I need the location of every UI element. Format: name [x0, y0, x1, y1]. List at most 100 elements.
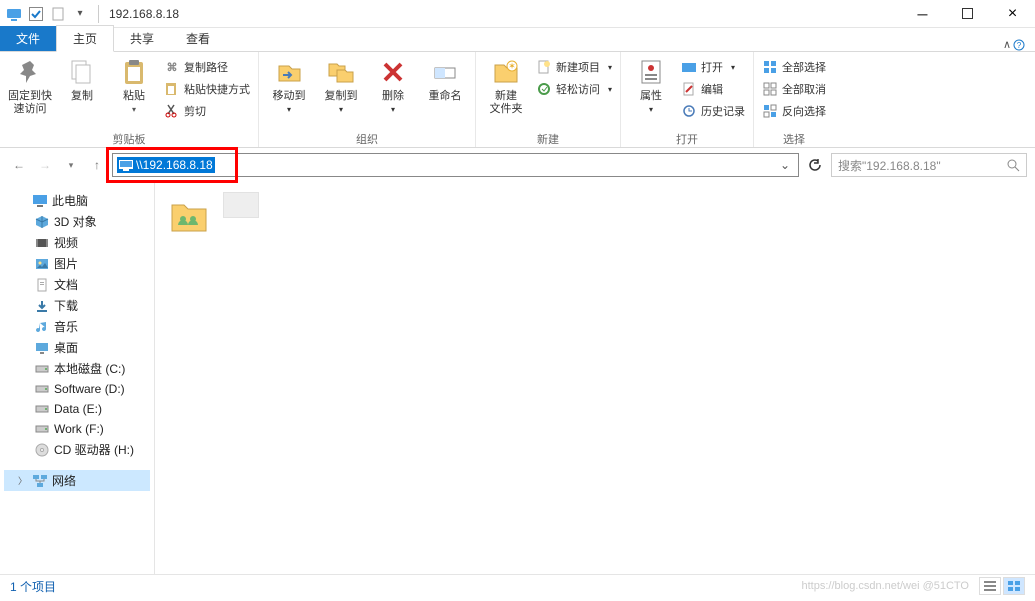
ribbon-group-select: 全部选择 全部取消 反向选择 选择	[754, 52, 834, 147]
download-icon	[34, 298, 50, 314]
refresh-button[interactable]	[803, 153, 827, 177]
picture-icon	[34, 256, 50, 272]
paste-shortcut-icon	[164, 81, 180, 97]
computer-icon	[119, 160, 133, 171]
tree-documents[interactable]: 文档	[4, 274, 150, 295]
tree-desktop[interactable]: 桌面	[4, 337, 150, 358]
desktop-icon	[34, 340, 50, 356]
drive-icon	[34, 381, 50, 397]
watermark-text: https://blog.csdn.net/wei @51CTO	[802, 580, 970, 592]
cd-icon	[34, 442, 50, 458]
group-label-new: 新建	[482, 131, 614, 147]
edit-button[interactable]: 编辑	[679, 78, 747, 100]
history-icon	[681, 103, 697, 119]
copy-button[interactable]: 复制	[58, 54, 106, 103]
maximize-button[interactable]	[945, 0, 990, 28]
address-bar[interactable]: \\192.168.8.18 ⌄	[112, 153, 799, 177]
copy-path-button[interactable]: ⌘复制路径	[162, 56, 252, 78]
title-bar: ▾ 192.168.8.18 ─ ×	[0, 0, 1035, 28]
back-button[interactable]: ←	[8, 154, 30, 176]
window-title: 192.168.8.18	[109, 7, 179, 21]
ribbon: 固定到快 速访问 复制 粘贴 ▾ ⌘复制路径 粘贴快捷方式 剪切 剪贴板	[0, 52, 1035, 148]
svg-text:✶: ✶	[508, 61, 516, 71]
tree-3d-objects[interactable]: 3D 对象	[4, 211, 150, 232]
navigation-bar: ← → ▾ ↑ \\192.168.8.18 ⌄ 搜索"192.168.8.18…	[0, 148, 1035, 182]
move-to-button[interactable]: 移动到▾	[265, 54, 313, 115]
group-label-clipboard: 剪贴板	[6, 131, 252, 147]
forward-button[interactable]: →	[34, 154, 56, 176]
address-dropdown-icon[interactable]: ⌄	[776, 158, 794, 172]
easy-access-icon	[536, 81, 552, 97]
view-details-button[interactable]	[979, 577, 1001, 595]
content-pane[interactable]	[155, 182, 1035, 574]
tree-music[interactable]: 音乐	[4, 316, 150, 337]
invert-icon	[762, 103, 778, 119]
music-icon	[34, 319, 50, 335]
document-icon[interactable]	[50, 6, 66, 22]
copy-to-icon	[325, 56, 357, 88]
cube-icon	[34, 214, 50, 230]
edit-icon	[681, 81, 697, 97]
pin-button[interactable]: 固定到快 速访问	[6, 54, 54, 116]
paste-button[interactable]: 粘贴 ▾	[110, 54, 158, 115]
select-all-button[interactable]: 全部选择	[760, 56, 828, 78]
tree-network[interactable]: 〉网络	[4, 470, 150, 491]
history-button[interactable]: 历史记录	[679, 100, 747, 122]
computer-icon	[32, 193, 48, 209]
recent-button[interactable]: ▾	[60, 154, 82, 176]
open-button[interactable]: 打开▾	[679, 56, 747, 78]
tree-data-e[interactable]: Data (E:)	[4, 399, 150, 419]
view-icons-button[interactable]	[1003, 577, 1025, 595]
status-bar: 1 个项目 https://blog.csdn.net/wei @51CTO	[0, 574, 1035, 597]
new-folder-button[interactable]: ✶ 新建 文件夹	[482, 54, 530, 116]
cut-button[interactable]: 剪切	[162, 100, 252, 122]
copy-to-button[interactable]: 复制到▾	[317, 54, 365, 115]
tree-this-pc[interactable]: 此电脑	[4, 190, 150, 211]
open-icon	[681, 59, 697, 75]
group-label-select: 选择	[760, 131, 828, 147]
svg-text:?: ?	[1017, 41, 1022, 50]
blank-thumb-icon	[223, 192, 259, 218]
tree-local-c[interactable]: 本地磁盘 (C:)	[4, 358, 150, 379]
tree-pictures[interactable]: 图片	[4, 253, 150, 274]
navigation-tree: 此电脑 3D 对象 视频 图片 文档 下载 音乐 桌面 本地磁盘 (C:) So…	[0, 182, 155, 574]
search-placeholder: 搜索"192.168.8.18"	[838, 157, 941, 174]
paste-shortcut-button[interactable]: 粘贴快捷方式	[162, 78, 252, 100]
invert-selection-button[interactable]: 反向选择	[760, 100, 828, 122]
pin-icon	[14, 56, 46, 88]
copy-path-icon: ⌘	[164, 59, 180, 75]
up-button[interactable]: ↑	[86, 154, 108, 176]
new-item-button[interactable]: 新建项目▾	[534, 56, 614, 78]
cut-icon	[164, 103, 180, 119]
minimize-button[interactable]: ─	[900, 0, 945, 28]
tab-file[interactable]: 文件	[0, 26, 56, 51]
tab-home[interactable]: 主页	[56, 25, 114, 52]
easy-access-button[interactable]: 轻松访问▾	[534, 78, 614, 100]
tree-work-f[interactable]: Work (F:)	[4, 419, 150, 439]
select-none-button[interactable]: 全部取消	[760, 78, 828, 100]
divider	[98, 5, 99, 23]
network-icon	[32, 473, 48, 489]
dropdown-icon[interactable]: ▾	[72, 6, 88, 22]
tab-share[interactable]: 共享	[114, 26, 170, 51]
file-item[interactable]	[221, 192, 261, 218]
tree-software-d[interactable]: Software (D:)	[4, 379, 150, 399]
search-input[interactable]: 搜索"192.168.8.18"	[831, 153, 1027, 177]
properties-button[interactable]: 属性▾	[627, 54, 675, 115]
checkbox-icon[interactable]	[28, 6, 44, 22]
properties-icon	[635, 56, 667, 88]
window-controls: ─ ×	[900, 0, 1035, 28]
group-label-organize: 组织	[265, 131, 469, 147]
ribbon-group-new: ✶ 新建 文件夹 新建项目▾ 轻松访问▾ 新建	[476, 52, 621, 147]
delete-button[interactable]: 删除▾	[369, 54, 417, 115]
tab-view[interactable]: 查看	[170, 26, 226, 51]
collapse-ribbon-button[interactable]: ∧?	[993, 38, 1035, 51]
close-button[interactable]: ×	[990, 0, 1035, 28]
tree-videos[interactable]: 视频	[4, 232, 150, 253]
tree-cd-h[interactable]: CD 驱动器 (H:)	[4, 439, 150, 460]
new-item-icon	[536, 59, 552, 75]
rename-button[interactable]: 重命名	[421, 54, 469, 103]
tree-downloads[interactable]: 下载	[4, 295, 150, 316]
video-icon	[34, 235, 50, 251]
file-item[interactable]	[165, 192, 213, 240]
